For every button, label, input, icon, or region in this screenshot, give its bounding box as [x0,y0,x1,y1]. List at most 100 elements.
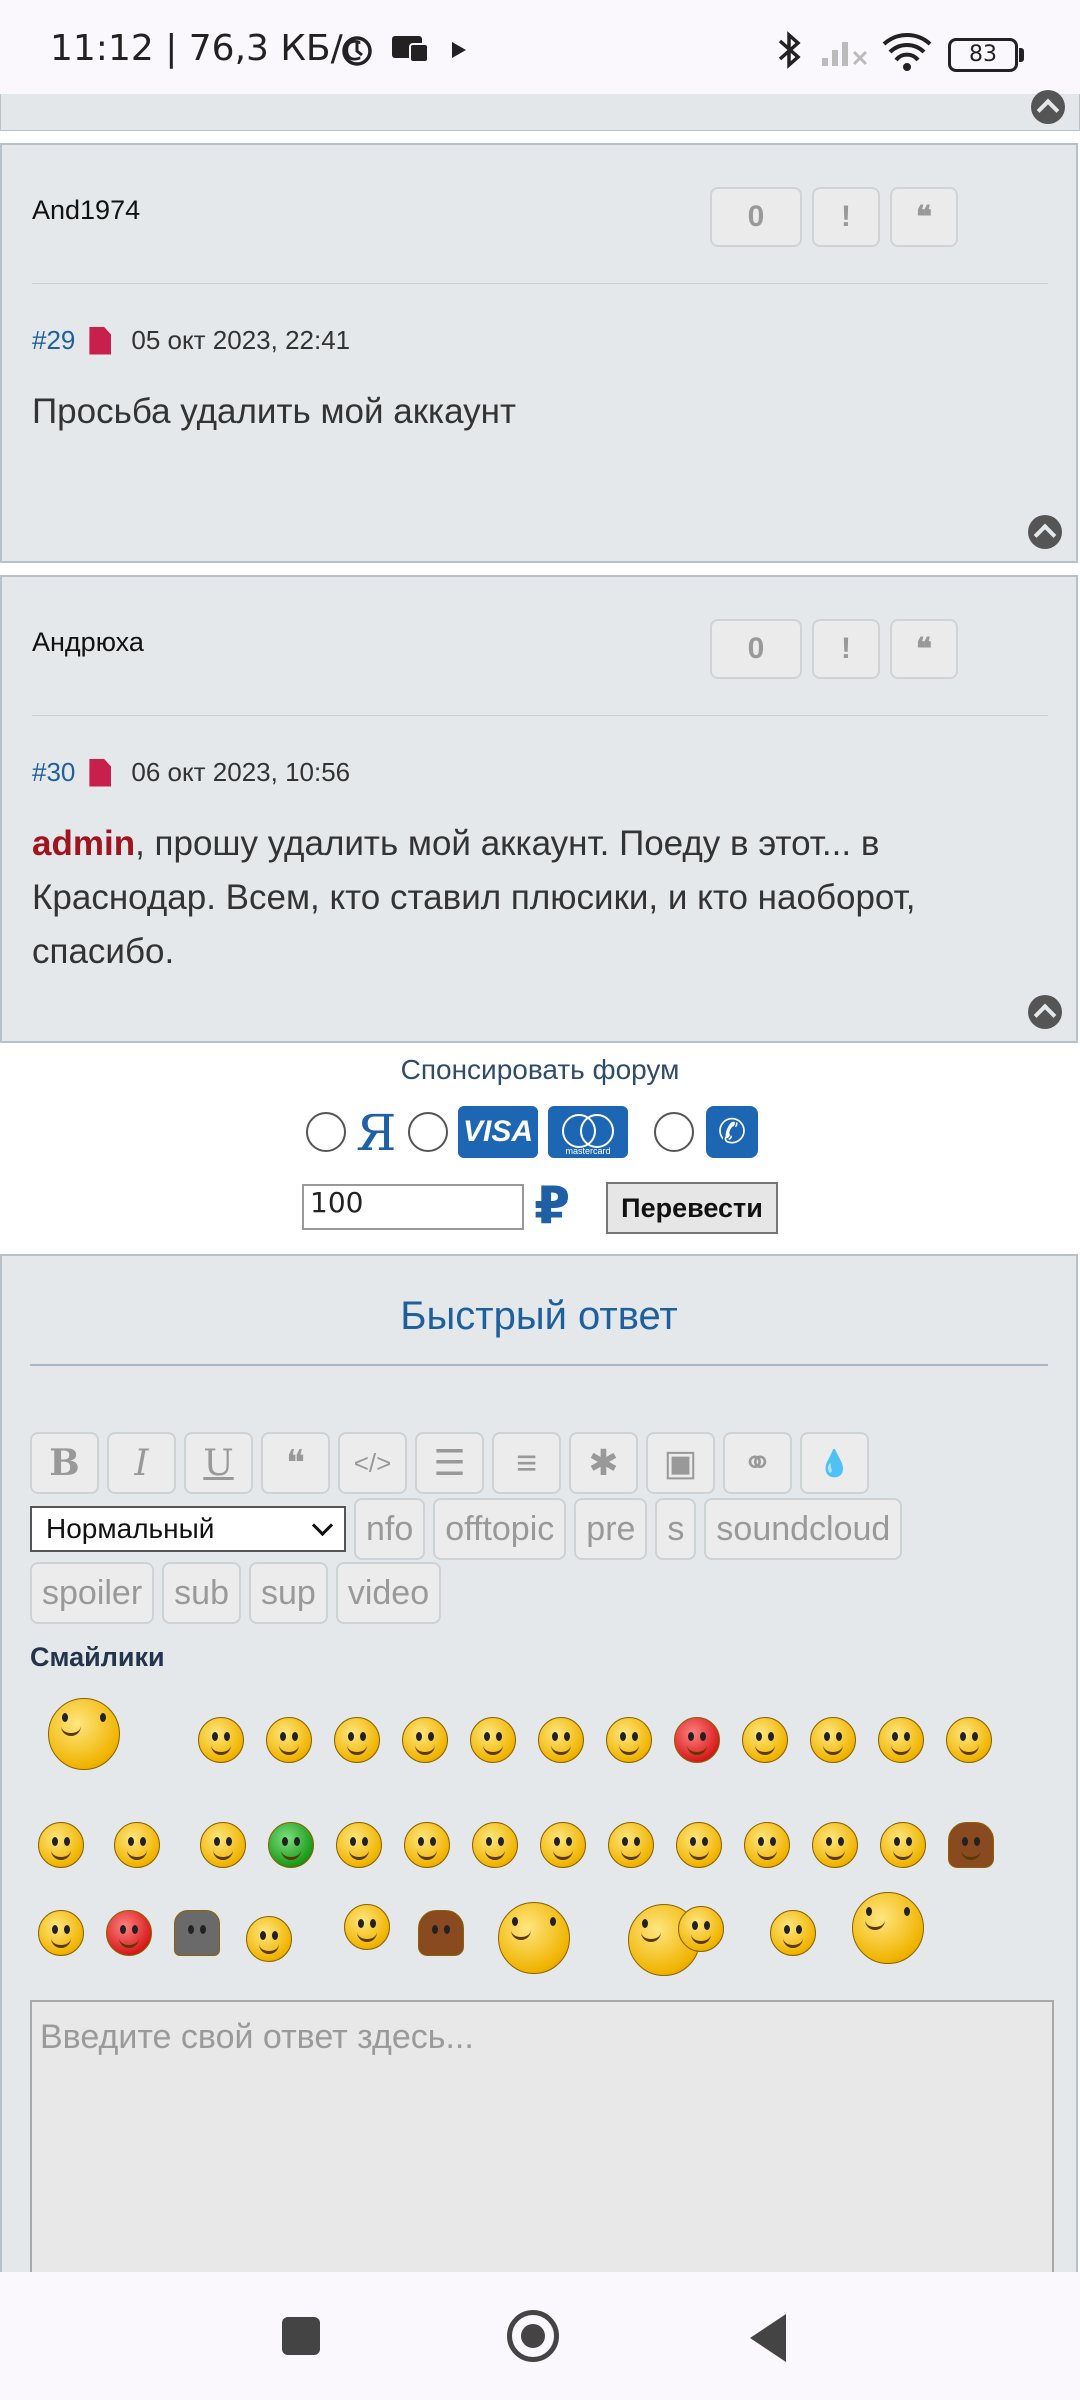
scroll-top-icon[interactable] [1031,90,1065,124]
back-icon[interactable] [750,2314,786,2362]
poop-icon[interactable] [418,1910,464,1956]
status-bar: 11:12 | 76,3 КБ/с 83 [0,0,1080,94]
tag-s-button[interactable]: s [655,1498,697,1560]
visa-logo: VISA [458,1106,538,1158]
file-icon[interactable] [89,758,112,787]
home-icon[interactable] [507,2310,559,2362]
scroll-top-icon[interactable] [1028,515,1062,549]
post-number-link[interactable]: #29 [32,325,75,356]
smiley-sick-icon[interactable] [268,1822,314,1868]
smiley-icon[interactable] [402,1717,448,1763]
status-time: 11:12 | 76,3 КБ/с [50,28,363,69]
smiley-icon[interactable] [744,1822,790,1868]
smiley-icon[interactable] [538,1717,584,1763]
thumbs-down-icon[interactable] [404,1822,450,1868]
forum-post: And1974 0 ! ❝ #29 05 окт 2023, 22:41 Про… [0,143,1078,563]
smiley-icon[interactable] [606,1717,652,1763]
file-icon[interactable] [89,326,112,355]
smiley-waving-icon[interactable] [852,1892,924,1964]
smiley-icon[interactable] [540,1822,586,1868]
smiley-icon[interactable] [880,1822,926,1868]
coin-icon[interactable] [246,1916,292,1962]
smiley-icon[interactable] [608,1822,654,1868]
system-nav-bar [0,2272,1080,2400]
bold-button[interactable]: B [30,1432,99,1494]
smiley-icon[interactable] [878,1717,924,1763]
smiley-icon[interactable] [742,1717,788,1763]
font-size-select[interactable]: Нормальный [30,1506,346,1552]
smiley-icon[interactable] [946,1717,992,1763]
bullet-list-icon[interactable]: ☰ [415,1432,484,1494]
asterisk-icon[interactable]: ✱ [569,1432,638,1494]
smiley-icon[interactable] [38,1822,84,1868]
smiley-icon[interactable] [344,1904,390,1950]
alarm-icon [342,36,372,66]
tag-soundcloud-button[interactable]: soundcloud [704,1498,903,1560]
image-icon[interactable]: ▣ [646,1432,715,1494]
numbered-list-icon[interactable]: ≡ [492,1432,561,1494]
quick-reply-panel: Быстрый ответ B I U ❝ </> ☰ ≡ ✱ ▣ ⚭ 💧 Но… [0,1254,1078,2290]
smiley-icon[interactable] [472,1822,518,1868]
code-icon[interactable]: </> [338,1432,407,1494]
post-datetime: 06 окт 2023, 10:56 [131,757,351,787]
amount-input[interactable]: 100 [302,1184,524,1230]
underline-button[interactable]: U [184,1432,253,1494]
smiley-devil-icon[interactable] [106,1910,152,1956]
tombstone-icon[interactable] [174,1910,220,1956]
tag-pre-button[interactable]: pre [574,1498,648,1560]
italic-button[interactable]: I [107,1432,176,1494]
smiley-icon[interactable] [676,1822,722,1868]
smiley-accordion-icon[interactable] [48,1698,120,1770]
card-radio[interactable] [408,1112,448,1152]
tag-sup-button[interactable]: sup [249,1562,328,1624]
tag-nfo-button[interactable]: nfo [354,1498,426,1560]
post-body: admin, прошу удалить мой аккаунт. Поеду … [32,817,1036,979]
tag-video-button[interactable]: video [335,1562,442,1624]
ruble-icon: ₽ [534,1176,571,1236]
transfer-button[interactable]: Перевести [606,1182,778,1234]
post-divider [32,715,1048,716]
tag-sub-button[interactable]: sub [162,1562,241,1624]
smiley-icon[interactable] [810,1717,856,1763]
smiley-surprised-icon[interactable] [770,1910,816,1956]
quote-button[interactable]: ❝ [890,619,958,679]
smiley-party-icon[interactable] [498,1902,570,1974]
reply-textarea[interactable]: Введите свой ответ здесь... [30,2000,1054,2290]
smiley-icon[interactable] [114,1822,160,1868]
post-meta: #30 06 окт 2023, 10:56 [32,757,350,788]
recent-apps-icon[interactable] [282,2317,320,2355]
post-number-link[interactable]: #30 [32,757,75,788]
smiley-icon[interactable] [198,1717,244,1763]
smiley-icon[interactable] [470,1717,516,1763]
thumbs-up-icon[interactable] [336,1822,382,1868]
yandex-radio[interactable] [306,1112,346,1152]
quick-reply-title: Быстрый ответ [400,1294,678,1338]
smiley-icon[interactable] [266,1717,312,1763]
title-underline [30,1364,1048,1366]
tag-spoiler-button[interactable]: spoiler [30,1562,155,1624]
report-button[interactable]: ! [812,619,880,679]
color-drop-icon[interactable]: 💧 [800,1432,869,1494]
post-author[interactable]: Андрюха [32,627,144,658]
quote-icon[interactable]: ❝ [261,1432,330,1494]
phone-radio[interactable] [654,1112,694,1152]
lightbulb-icon[interactable] [38,1910,84,1956]
editor-toolbar-row3: spoiler sub sup video [30,1562,442,1624]
smiley-hat-icon[interactable] [948,1822,994,1868]
report-button[interactable]: ! [812,187,880,247]
previous-post-edge [0,90,1080,131]
smiley-angry-icon[interactable] [674,1717,720,1763]
tag-offtopic-button[interactable]: offtopic [433,1498,567,1560]
post-divider [32,283,1048,284]
smiley-cheers-icon[interactable] [678,1906,724,1952]
link-icon[interactable]: ⚭ [723,1432,792,1494]
smiley-icon[interactable] [200,1822,246,1868]
like-count-button[interactable]: 0 [710,619,802,679]
quote-button[interactable]: ❝ [890,187,958,247]
post-author[interactable]: And1974 [32,195,140,226]
smiley-icon[interactable] [334,1717,380,1763]
user-mention[interactable]: admin [32,824,135,863]
scroll-top-icon[interactable] [1028,995,1062,1029]
like-count-button[interactable]: 0 [710,187,802,247]
smiley-icon[interactable] [812,1822,858,1868]
